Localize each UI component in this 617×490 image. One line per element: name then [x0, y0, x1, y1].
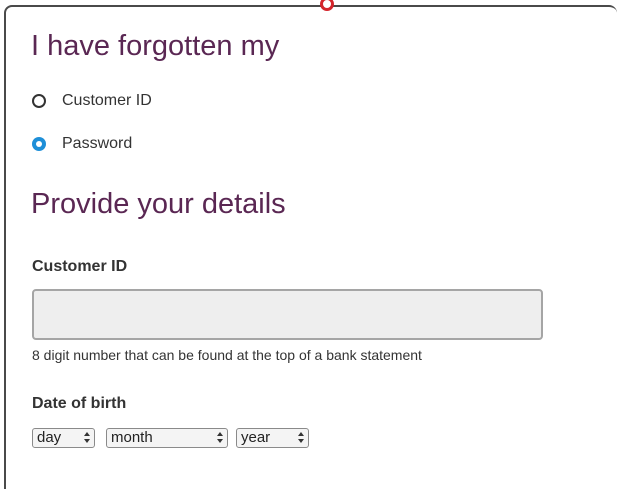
- customer-id-hint: 8 digit number that can be found at the …: [32, 347, 422, 363]
- forgotten-heading: I have forgotten my: [31, 30, 280, 62]
- radio-label-password: Password: [62, 135, 133, 152]
- select-arrows-icon: [217, 432, 223, 444]
- select-arrows-icon: [84, 432, 90, 444]
- radio-option-customer-id[interactable]: Customer ID: [32, 92, 152, 110]
- radio-option-password[interactable]: Password: [32, 135, 132, 153]
- details-heading: Provide your details: [31, 188, 286, 220]
- date-of-birth-label: Date of birth: [32, 395, 127, 412]
- year-select-value: year: [241, 429, 271, 446]
- customer-id-input[interactable]: [32, 289, 543, 340]
- month-select-value: month: [111, 429, 153, 446]
- radio-selected-icon[interactable]: [32, 137, 46, 151]
- select-arrows-icon: [298, 432, 304, 444]
- year-select[interactable]: year: [236, 428, 309, 448]
- radio-label-customer-id: Customer ID: [62, 92, 152, 109]
- day-select[interactable]: day: [32, 428, 95, 448]
- form-panel: [4, 0, 617, 489]
- customer-id-label: Customer ID: [32, 258, 128, 275]
- month-select[interactable]: month: [106, 428, 228, 448]
- day-select-value: day: [37, 429, 62, 446]
- radio-unselected-icon[interactable]: [32, 94, 46, 108]
